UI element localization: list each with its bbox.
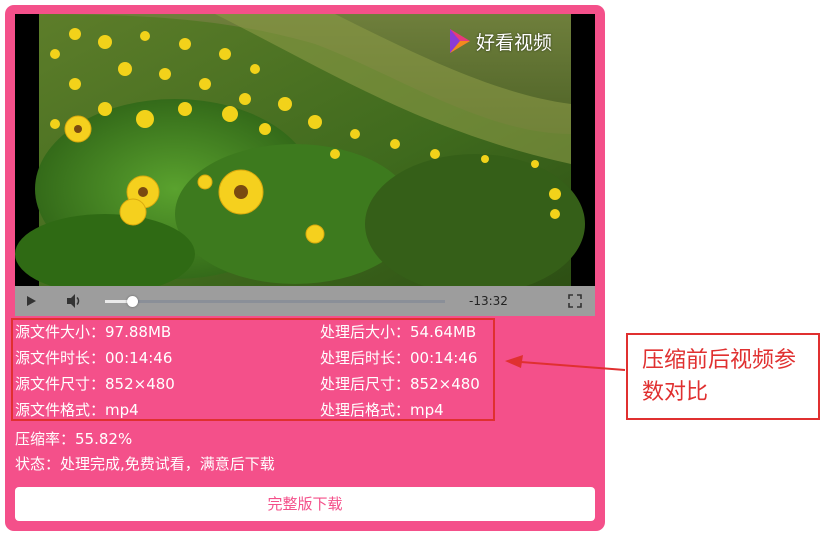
stat-label: 源文件大小： <box>15 323 106 341</box>
stat-label: 处理后时长： <box>320 349 411 367</box>
stat-label: 处理后格式： <box>320 401 411 419</box>
processed-duration: 处理后时长：00:14:46 <box>320 345 477 371</box>
play-icon[interactable] <box>27 296 36 306</box>
processed-format: 处理后格式：mp4 <box>320 397 444 423</box>
source-dimensions: 源文件尺寸：852×480 <box>15 371 175 397</box>
stat-label: 处理后尺寸： <box>320 375 411 393</box>
stat-value: 54.64MB <box>410 323 477 341</box>
processed-dimensions: 处理后尺寸：852×480 <box>320 371 480 397</box>
haokan-logo-icon <box>450 29 470 53</box>
source-format: 源文件格式：mp4 <box>15 397 139 423</box>
stat-label: 源文件格式： <box>15 401 106 419</box>
annotation-callout: 压缩前后视频参数对比 <box>626 333 820 420</box>
stat-value: 00:14:46 <box>410 349 478 367</box>
player-controls: -13:32 <box>15 286 595 316</box>
stat-value: 852×480 <box>410 375 480 393</box>
watermark-text: 好看视频 <box>476 31 553 54</box>
stat-value: 852×480 <box>105 375 175 393</box>
status-text: 状态：处理完成,免费试看，满意后下载 <box>15 455 275 473</box>
source-duration: 源文件时长：00:14:46 <box>15 345 172 371</box>
compression-rate: 压缩率：55.82% <box>15 430 133 448</box>
time-remaining: -13:32 <box>469 294 508 308</box>
stat-label: 处理后大小： <box>320 323 411 341</box>
annotation-arrow <box>505 355 626 371</box>
stat-label: 源文件尺寸： <box>15 375 106 393</box>
source-size: 源文件大小：97.88MB <box>15 319 171 345</box>
processed-size: 处理后大小：54.64MB <box>320 319 476 345</box>
progress-track[interactable] <box>105 300 445 303</box>
stat-value: 97.88MB <box>105 323 172 341</box>
annotation-text: 压缩前后视频参数对比 <box>642 348 797 405</box>
stat-label: 源文件时长： <box>15 349 106 367</box>
volume-icon[interactable] <box>66 293 82 309</box>
video-player[interactable]: 好看视频 -13:32 <box>15 14 595 316</box>
watermark: 好看视频 <box>448 27 552 55</box>
full-version-download-button[interactable]: 完整版下载 <box>15 487 595 521</box>
stat-value: mp4 <box>410 401 444 419</box>
fullscreen-icon[interactable] <box>568 294 582 308</box>
stat-value: 00:14:46 <box>105 349 173 367</box>
stat-value: mp4 <box>105 401 139 419</box>
progress-handle[interactable] <box>127 296 139 307</box>
